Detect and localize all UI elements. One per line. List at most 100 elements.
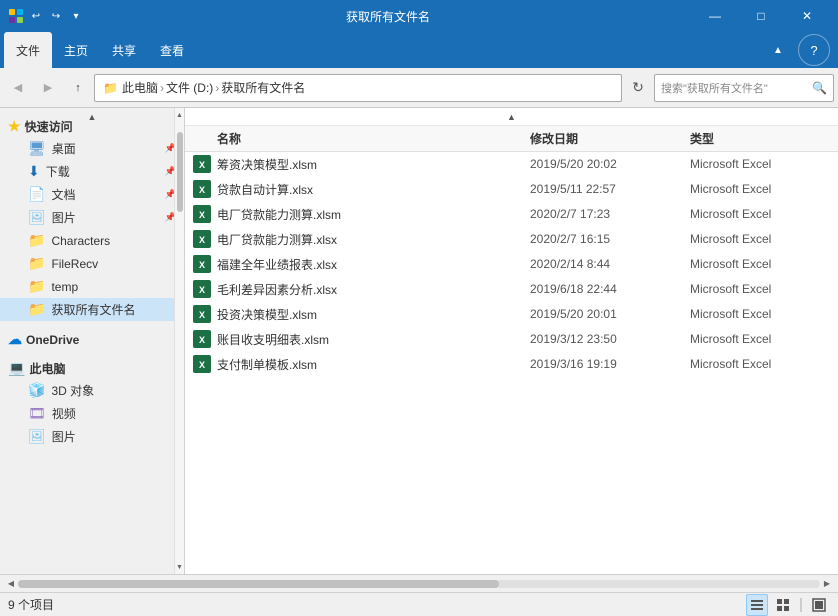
file-scroll-up-indicator[interactable]: ▲ [185, 108, 838, 126]
svg-text:X: X [199, 210, 205, 220]
path-part-drive[interactable]: 文件 (D:) [166, 79, 213, 96]
excel-icon: X [193, 255, 211, 273]
3d-icon: 🧊 [28, 382, 45, 399]
refresh-button[interactable]: ↻ [624, 74, 652, 102]
file-type-cell: Microsoft Excel [690, 207, 830, 221]
ribbon-tab-share[interactable]: 共享 [100, 32, 148, 68]
path-part-computer[interactable]: 此电脑 [122, 79, 158, 96]
sidebar-item-characters[interactable]: 📁 Characters [0, 229, 184, 252]
folder-icon-characters: 📁 [28, 232, 45, 249]
sidebar-item-videos[interactable]: 🎞 视频 [0, 402, 184, 425]
sidebar-item-temp[interactable]: 📁 temp [0, 275, 184, 298]
col-header-date[interactable]: 修改日期 [530, 130, 690, 147]
hscroll-right-btn[interactable]: ▶ [820, 579, 834, 588]
file-row[interactable]: X福建全年业绩报表.xlsx2020/2/14 8:44Microsoft Ex… [185, 252, 838, 277]
file-row[interactable]: X支付制单模板.xlsm2019/3/16 19:19Microsoft Exc… [185, 352, 838, 377]
sidebar-item-desktop[interactable]: 🖥 桌面 📌 [0, 137, 184, 160]
sidebar-item-pictures[interactable]: 🖼 图片 📌 [0, 206, 184, 229]
sidebar-section-this-pc[interactable]: 💻 此电脑 [0, 354, 184, 379]
sidebar-scroll-up[interactable]: ▲ [0, 108, 184, 126]
maximize-button[interactable]: □ [738, 0, 784, 32]
minimize-button[interactable]: — [692, 0, 738, 32]
sidebar-item-pictures2[interactable]: 🖼 图片 [0, 425, 184, 448]
file-name-cell: X福建全年业绩报表.xlsx [193, 255, 530, 273]
file-name-cell: X电厂贷款能力测算.xlsm [193, 205, 530, 223]
file-name-cell: X账目收支明细表.xlsm [193, 330, 530, 348]
view-grid-button[interactable] [772, 594, 794, 616]
ribbon-collapse-btn[interactable]: ▲ [762, 34, 794, 66]
file-name-cell: X筹资决策模型.xlsm [193, 155, 530, 173]
file-row[interactable]: X筹资决策模型.xlsm2019/5/20 20:02Microsoft Exc… [185, 152, 838, 177]
file-name-text: 贷款自动计算.xlsx [217, 181, 313, 198]
file-type-cell: Microsoft Excel [690, 157, 830, 171]
hscroll-left-btn[interactable]: ◀ [4, 579, 18, 588]
sidebar-section-onedrive[interactable]: ☁ OneDrive [0, 325, 184, 350]
svg-text:X: X [199, 310, 205, 320]
svg-text:X: X [199, 260, 205, 270]
file-name-cell: X投资决策模型.xlsm [193, 305, 530, 323]
file-date-cell: 2019/3/12 23:50 [530, 332, 690, 346]
address-path[interactable]: 📁 此电脑 › 文件 (D:) › 获取所有文件名 [94, 74, 622, 102]
file-name-cell: X贷款自动计算.xlsx [193, 180, 530, 198]
redo-icon[interactable]: ↪ [48, 8, 64, 24]
view-controls [746, 594, 830, 616]
view-large-button[interactable] [808, 594, 830, 616]
desktop-icon: 🖥 [28, 140, 46, 157]
view-list-button[interactable] [746, 594, 768, 616]
ribbon-tab-home[interactable]: 主页 [52, 32, 100, 68]
sidebar-item-downloads[interactable]: ⬇ 下载 📌 [0, 160, 184, 183]
hscroll-thumb [18, 580, 499, 588]
file-date-cell: 2020/2/7 17:23 [530, 207, 690, 221]
ribbon-tab-view[interactable]: 查看 [148, 32, 196, 68]
excel-icon: X [193, 205, 211, 223]
file-row[interactable]: X毛利差异因素分析.xlsx2019/6/18 22:44Microsoft E… [185, 277, 838, 302]
file-area: ▲ 名称 修改日期 类型 X筹资决策模型.xlsm2019/5/20 20:02… [185, 108, 838, 574]
horizontal-scrollbar[interactable]: ◀ ▶ [0, 574, 838, 592]
document-icon: 📄 [28, 186, 45, 203]
ribbon-tab-file[interactable]: 文件 [4, 32, 52, 68]
sidebar-item-filerecv[interactable]: 📁 FileRecv [0, 252, 184, 275]
file-row[interactable]: X贷款自动计算.xlsx2019/5/11 22:57Microsoft Exc… [185, 177, 838, 202]
file-date-cell: 2019/5/11 22:57 [530, 182, 690, 196]
file-row[interactable]: X投资决策模型.xlsm2019/5/20 20:01Microsoft Exc… [185, 302, 838, 327]
file-row[interactable]: X电厂贷款能力测算.xlsx2020/2/7 16:15Microsoft Ex… [185, 227, 838, 252]
address-bar: ◀ ▶ ↑ 📁 此电脑 › 文件 (D:) › 获取所有文件名 ↻ 搜索"获取所… [0, 68, 838, 108]
sidebar-item-documents[interactable]: 📄 文档 📌 [0, 183, 184, 206]
computer-icon: 💻 [8, 360, 25, 377]
undo-icon[interactable]: ↩ [28, 8, 44, 24]
forward-button[interactable]: ▶ [34, 74, 62, 102]
sidebar-scroll-thumb [177, 132, 183, 212]
file-row[interactable]: X电厂贷款能力测算.xlsm2020/2/7 17:23Microsoft Ex… [185, 202, 838, 227]
sidebar-scroll-up-arrow[interactable]: ▲ [176, 108, 183, 122]
file-name-text: 电厂贷款能力测算.xlsx [217, 231, 337, 248]
file-date-cell: 2020/2/7 16:15 [530, 232, 690, 246]
app-icon [8, 8, 24, 24]
picture2-icon: 🖼 [28, 428, 46, 445]
close-button[interactable]: ✕ [784, 0, 830, 32]
sidebar-item-3d[interactable]: 🧊 3D 对象 [0, 379, 184, 402]
folder-icon-filerecv: 📁 [28, 255, 45, 272]
folder-icon-temp: 📁 [28, 278, 45, 295]
sidebar-scroll-down-arrow[interactable]: ▼ [176, 560, 183, 574]
main-area: ▲ ★ 快速访问 🖥 桌面 📌 ⬇ 下载 📌 📄 文档 📌 🖼 图片 📌 📁 [0, 108, 838, 574]
up-button[interactable]: ↑ [64, 74, 92, 102]
col-header-name[interactable]: 名称 [193, 130, 530, 147]
file-type-cell: Microsoft Excel [690, 307, 830, 321]
file-name-text: 账目收支明细表.xlsm [217, 331, 329, 348]
file-row[interactable]: X账目收支明细表.xlsm2019/3/12 23:50Microsoft Ex… [185, 327, 838, 352]
file-date-cell: 2020/2/14 8:44 [530, 257, 690, 271]
col-header-type[interactable]: 类型 [690, 130, 830, 147]
search-icon[interactable]: 🔍 [812, 81, 827, 95]
sidebar-scrollbar[interactable]: ▲ ▼ [174, 108, 184, 574]
file-type-cell: Microsoft Excel [690, 182, 830, 196]
sidebar-item-get-all-filenames[interactable]: 📁 获取所有文件名 [0, 298, 184, 321]
item-count: 9 个项目 [8, 596, 54, 613]
path-part-folder[interactable]: 获取所有文件名 [221, 79, 305, 96]
back-button[interactable]: ◀ [4, 74, 32, 102]
file-type-cell: Microsoft Excel [690, 357, 830, 371]
file-date-cell: 2019/5/20 20:01 [530, 307, 690, 321]
file-type-cell: Microsoft Excel [690, 282, 830, 296]
help-btn[interactable]: ? [798, 34, 830, 66]
down-icon[interactable]: ▾ [68, 8, 84, 24]
file-name-text: 筹资决策模型.xlsm [217, 156, 317, 173]
